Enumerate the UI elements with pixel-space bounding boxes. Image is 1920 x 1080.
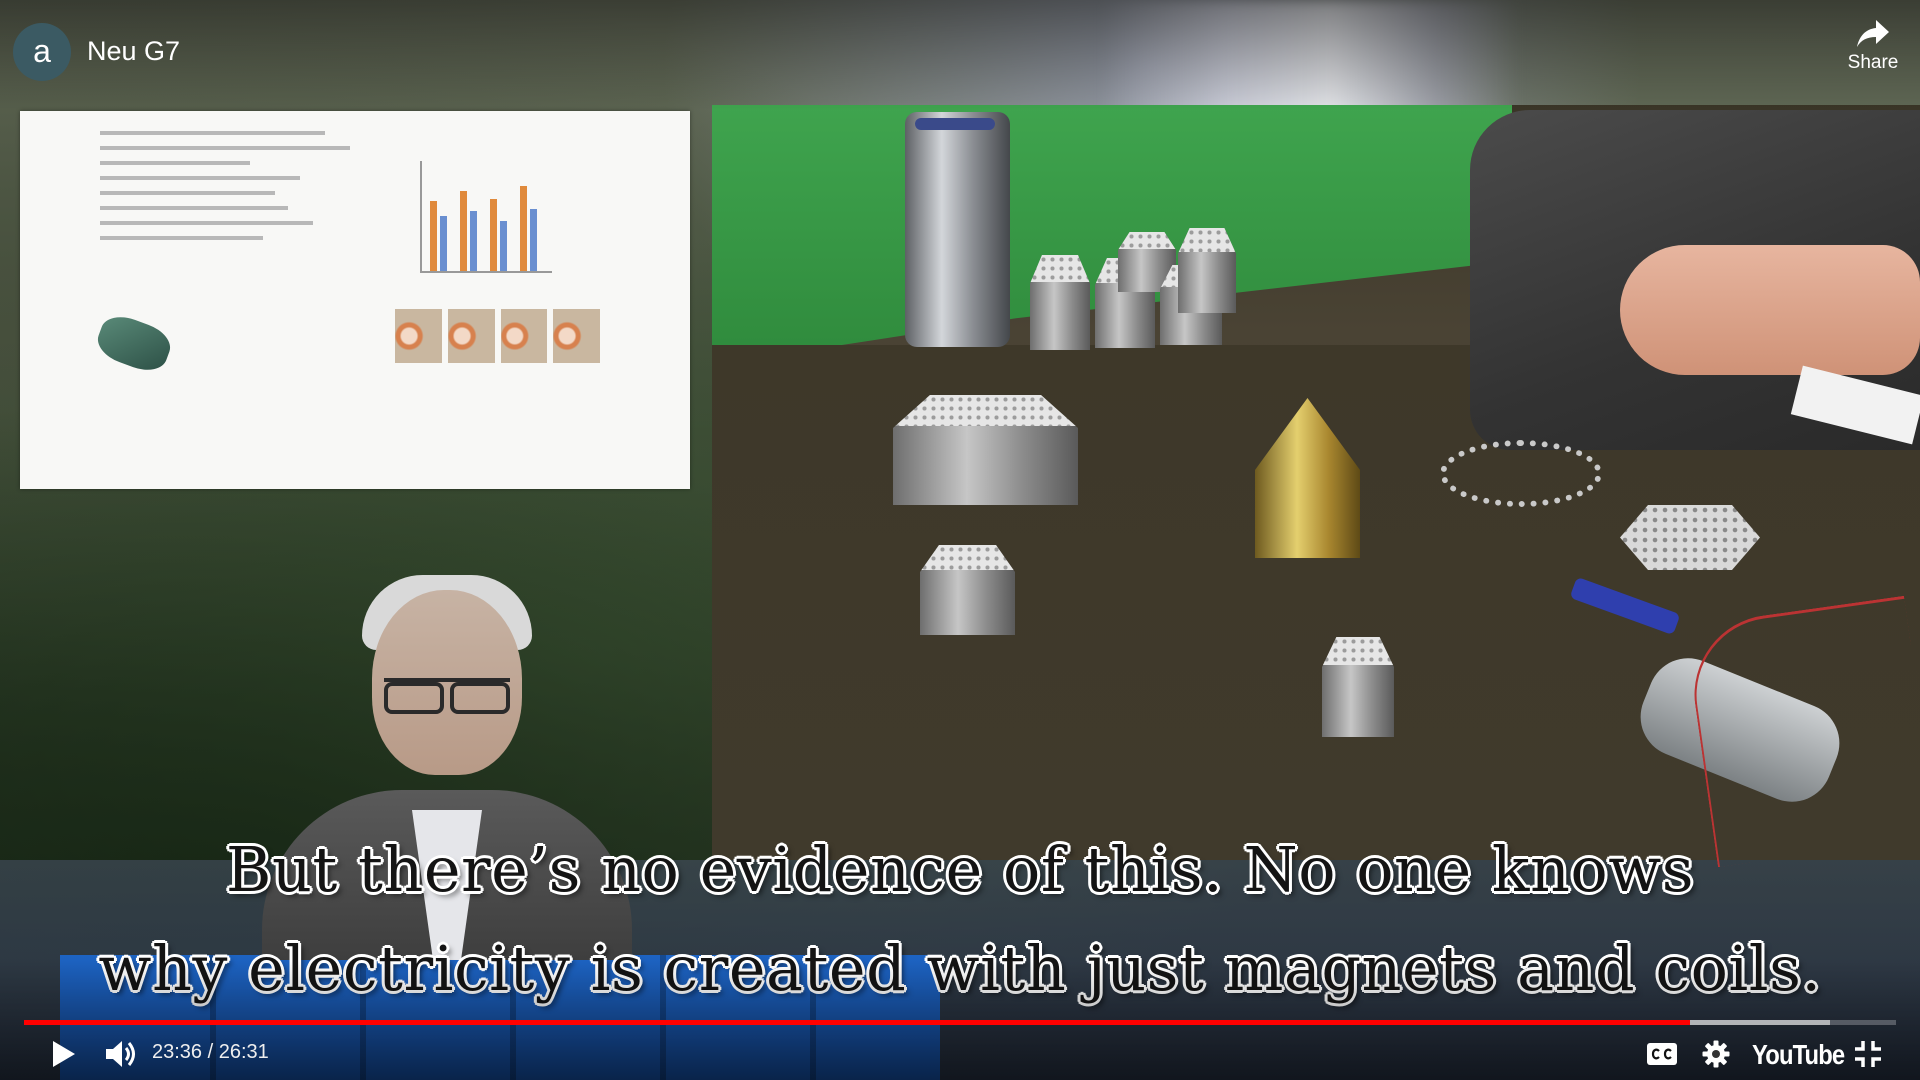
settings-button[interactable] (1696, 1036, 1736, 1072)
hex-magnet (1030, 255, 1090, 350)
magnet-chain (1440, 440, 1602, 507)
hex-magnet (1322, 637, 1394, 737)
caption-line-1: But there’s no evidence of this. No one … (225, 833, 1695, 906)
youtube-logo[interactable]: YouTube (1752, 1039, 1845, 1071)
exit-fullscreen-icon (1855, 1041, 1881, 1067)
red-wires (1684, 595, 1920, 868)
closed-captions-icon (1647, 1043, 1677, 1065)
gear-icon (1702, 1040, 1730, 1068)
document-text-lines (100, 131, 350, 251)
metal-canister (905, 112, 1010, 347)
video-title[interactable]: Neu G7 (87, 36, 180, 67)
share-button[interactable]: Share (1838, 18, 1908, 90)
play-button[interactable] (44, 1036, 84, 1072)
time-display: 23:36 / 26:31 (152, 1041, 269, 1063)
volume-icon (106, 1041, 135, 1067)
hex-magnet (920, 545, 1015, 635)
volume-button[interactable] (100, 1036, 142, 1072)
document-bar-chart (420, 161, 552, 273)
captions-button[interactable] (1642, 1036, 1682, 1072)
progress-bar[interactable] (24, 1020, 1896, 1025)
hex-magnet (1178, 228, 1236, 313)
exit-fullscreen-button[interactable] (1848, 1036, 1888, 1072)
document-photos (395, 309, 600, 363)
share-label: Share (1847, 52, 1899, 73)
top-gradient (0, 0, 1920, 110)
mitochondria-illustration (92, 310, 176, 377)
document-slide (20, 111, 690, 489)
channel-avatar[interactable]: a (13, 23, 71, 81)
share-arrow-icon (1857, 20, 1889, 47)
hex-magnet-cluster (893, 395, 1078, 505)
hex-plate (1620, 505, 1760, 570)
progress-played (24, 1020, 1691, 1025)
speaker (262, 575, 632, 960)
video-player[interactable]: But there’s no evidence of this. No one … (0, 0, 1920, 1080)
play-icon (53, 1041, 75, 1067)
presenter-hand (1620, 245, 1920, 375)
